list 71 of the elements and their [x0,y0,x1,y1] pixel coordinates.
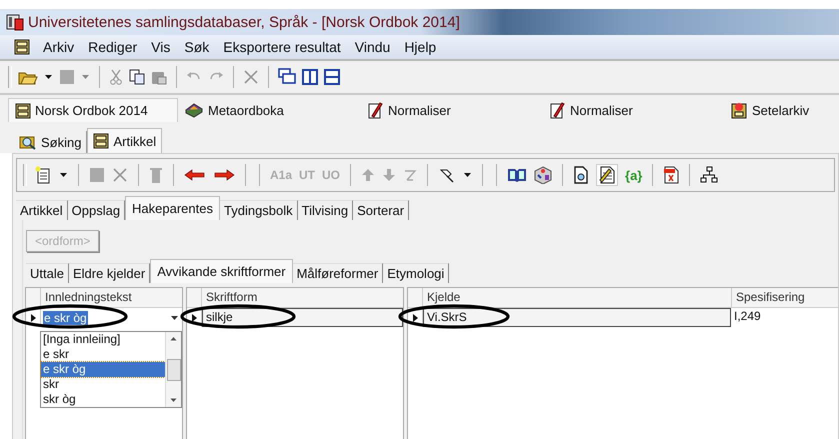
tab[interactable]: Oppslag [68,200,126,220]
archive-icon[interactable] [730,101,748,119]
up-arrow-icon [170,336,177,341]
cabinet-icon[interactable] [15,102,31,118]
menu-item[interactable]: Hjelp [397,39,444,55]
document-tab[interactable]: Normaliser [542,98,724,122]
document-tab[interactable]: Normaliser [360,98,542,122]
document-tab[interactable]: Metaordboka [178,98,360,122]
dropdown-arrow-icon [170,314,179,320]
scrollbar[interactable] [165,332,181,407]
row-indicator-icon [412,312,418,322]
document-search-icon[interactable] [573,166,590,184]
book-icon[interactable] [507,167,528,183]
caret-icon[interactable] [59,172,68,178]
column-header: Innledningstekst [44,289,133,306]
dropdown-option[interactable]: e skr òg [41,362,165,377]
view-tab[interactable]: Artikkel [87,128,162,153]
tab[interactable]: Hakeparentes [125,196,220,220]
table-cell[interactable]: Vi.SkrS [423,308,731,327]
column-header: Spesifisering [735,289,806,306]
tab[interactable]: Tydingsbolk [220,200,298,220]
pen-document-icon[interactable] [366,101,384,119]
tile-horizontal-icon[interactable] [324,69,340,85]
tab[interactable]: Etymologi [383,263,450,283]
left-arrow-icon[interactable] [184,169,206,181]
hierarchy-icon[interactable] [700,166,718,184]
down-arrow-icon [170,398,177,403]
menu-item[interactable]: Vis [144,39,178,55]
cabinet-icon[interactable] [93,133,110,149]
search-icon[interactable] [19,134,37,150]
copy-icon[interactable] [129,69,145,85]
tab[interactable]: Målføreformer [292,263,384,283]
table-cell[interactable]: silkje [202,308,403,327]
right-arrow-icon[interactable] [213,169,235,181]
new-document-icon[interactable] [34,166,52,184]
document-tab[interactable]: Norsk Ordbok 2014 [8,98,178,122]
column-header: Skriftform [205,289,258,306]
book-stack-icon[interactable] [184,102,204,118]
menu-item[interactable]: Vindu [348,39,398,55]
pen-document-icon[interactable] [548,101,566,119]
menu-item[interactable]: Søk [177,39,216,55]
dropdown-option[interactable]: skr òg [41,392,165,407]
pen-document-icon [598,166,616,184]
pdf-icon[interactable] [663,166,680,184]
caret-icon[interactable] [44,74,53,80]
dropdown-option[interactable]: e skr [41,347,165,362]
window-title: Universitetenes samlingsdatabaser, Språk - [Norsk Ordbok 2014] [28,14,460,30]
edit-document-button[interactable] [596,164,618,186]
tile-vertical-icon[interactable] [302,69,318,85]
tab[interactable]: Avvikande skriftformer [150,259,293,283]
paste-icon[interactable] [151,69,167,85]
caret-icon[interactable] [463,172,472,178]
dropdown-option[interactable]: skr [41,377,165,392]
tab[interactable]: Tilvising [298,200,354,220]
tab[interactable]: Eldre kjelder [68,263,150,283]
tab[interactable]: Uttale [26,263,69,283]
app-icon [6,13,24,31]
document-tab[interactable]: Setelarkiv [724,98,816,122]
cube-icon[interactable] [534,166,552,184]
menu-item[interactable]: Rediger [81,39,144,55]
menu-item[interactable]: Eksportere resultat [216,39,348,55]
dropdown-option[interactable]: [Inga innleiing] [41,332,165,347]
cascade-windows-icon[interactable] [278,68,296,86]
table-cell[interactable]: I,249 [731,308,838,327]
row-indicator-icon [190,312,198,322]
menu-item[interactable]: Arkiv [36,39,82,55]
tab[interactable]: Artikkel [16,200,68,220]
cabinet-icon[interactable] [14,39,30,55]
tab[interactable]: Sorterar [353,200,410,220]
row-indicator-icon [30,312,36,322]
column-header: Kjelde [423,288,732,307]
